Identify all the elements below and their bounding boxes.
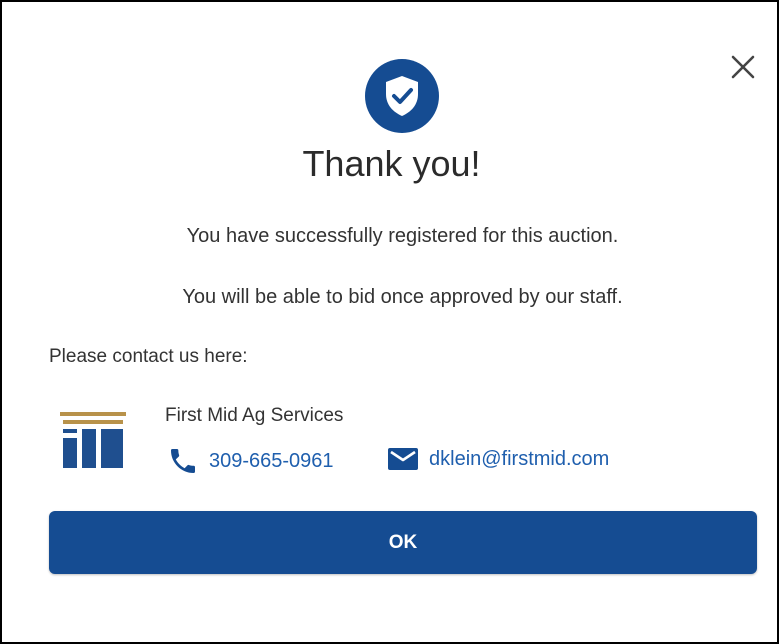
email-link[interactable]: dklein@firstmid.com [387,445,609,473]
shield-check-icon [386,76,418,116]
dialog-title: Thank you! [302,143,481,184]
registration-success-dialog: Thank you! You have successfully registe… [0,0,779,644]
phone-number: 309-665-0961 [209,449,334,472]
close-button[interactable] [728,52,758,82]
contact-label: Please contact us here: [49,346,248,367]
ok-button[interactable]: OK [49,511,757,574]
mail-icon [387,445,419,473]
success-badge [365,59,439,133]
phone-link[interactable]: 309-665-0961 [167,445,334,477]
close-icon [731,55,755,79]
first-mid-logo [60,412,126,468]
success-message: You have successfully registered for thi… [186,225,619,247]
email-address: dklein@firstmid.com [429,447,610,470]
approval-message: You will be able to bid once approved by… [182,286,623,308]
phone-icon [167,445,199,477]
organization-name: First Mid Ag Services [165,405,344,426]
